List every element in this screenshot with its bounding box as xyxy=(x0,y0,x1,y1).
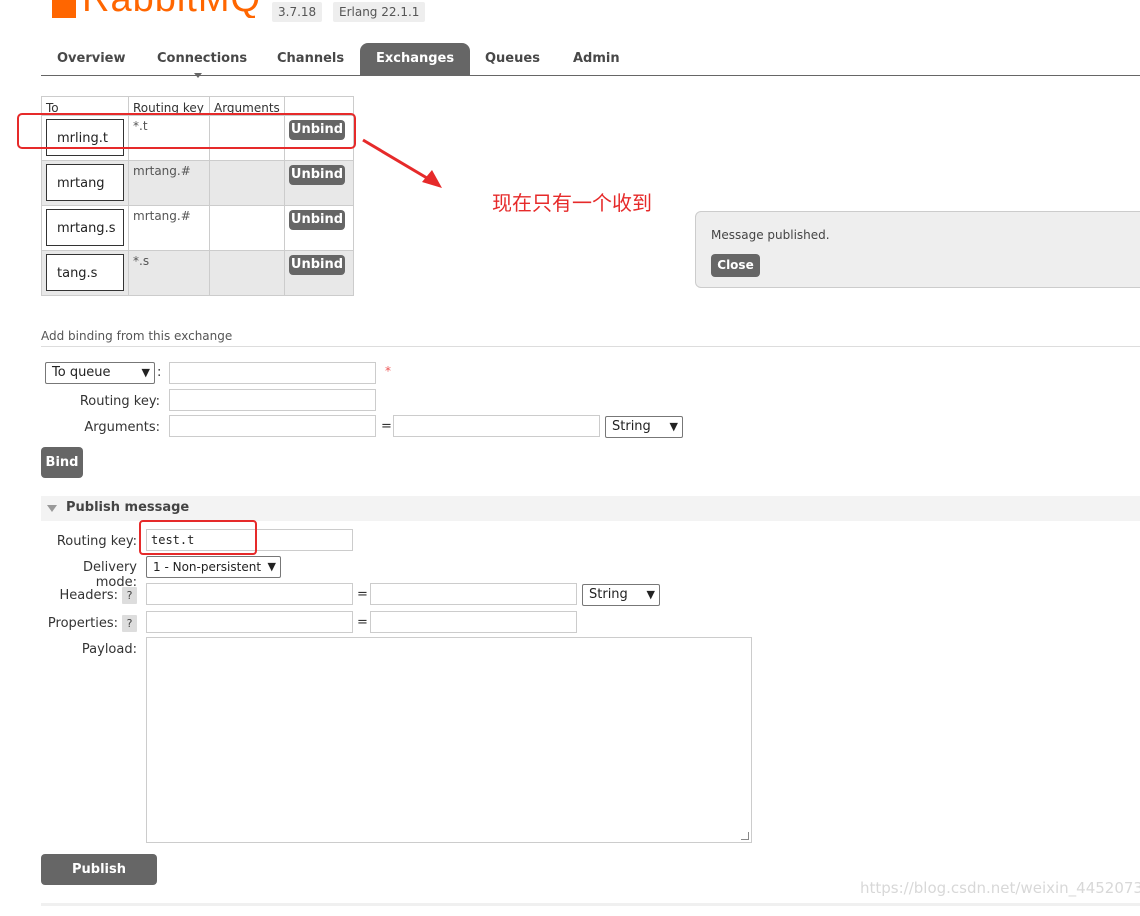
annotation-highlight-box xyxy=(139,520,257,555)
binding-arguments xyxy=(209,205,285,251)
destination-input[interactable] xyxy=(169,362,376,384)
annotation-note: 现在只有一个收到 xyxy=(492,191,652,215)
unbind-button[interactable]: Unbind xyxy=(289,165,345,185)
property-value-input[interactable] xyxy=(370,611,577,633)
binding-destination-link[interactable]: mrtang.s xyxy=(46,209,124,246)
chevron-down-icon: ▼ xyxy=(669,420,678,433)
header-type-select[interactable]: String ▼ xyxy=(582,584,660,606)
tab-channels[interactable]: Channels xyxy=(261,43,360,75)
destination-type-value: To queue xyxy=(52,365,111,380)
properties-help-icon[interactable]: ? xyxy=(122,615,137,632)
logo-text: RabbitMQ xyxy=(82,0,261,18)
binding-routing-key: mrtang.# xyxy=(128,205,210,251)
watermark: https://blog.csdn.net/weixin_44520739 xyxy=(860,879,1140,897)
binding-row: mrtang.s mrtang.# Unbind xyxy=(41,205,354,251)
payload-textarea[interactable] xyxy=(146,637,752,843)
tab-connections[interactable]: Connections xyxy=(141,43,263,75)
resize-handle-icon[interactable] xyxy=(741,832,749,840)
caret-down-icon xyxy=(47,505,57,512)
unbind-button[interactable]: Unbind xyxy=(289,210,345,230)
tab-overview[interactable]: Overview xyxy=(41,43,142,75)
notification-message: Message published. xyxy=(711,228,830,242)
publish-section-toggle[interactable]: Publish message xyxy=(41,496,1140,521)
binding-routing-key: *.s xyxy=(128,250,210,296)
delivery-mode-select[interactable]: 1 - Non-persistent ▼ xyxy=(146,556,281,578)
add-binding-title: Add binding from this exchange xyxy=(41,329,233,343)
header-value-input[interactable] xyxy=(370,583,577,605)
publish-section-title: Publish message xyxy=(66,500,190,515)
required-marker: * xyxy=(385,364,391,378)
binding-row: mrtang mrtang.# Unbind xyxy=(41,160,354,206)
binding-argument-key-input[interactable] xyxy=(169,415,376,437)
tab-queues[interactable]: Queues xyxy=(469,43,556,75)
destination-type-select[interactable]: To queue ▼ xyxy=(45,362,155,384)
headers-help-icon[interactable]: ? xyxy=(122,587,137,604)
binding-routing-key-input[interactable] xyxy=(169,389,376,411)
annotation-arrow-icon xyxy=(362,138,442,188)
rabbitmq-logo[interactable]: RabbitMQ xyxy=(52,0,262,18)
equals-sign: = xyxy=(381,419,392,434)
notification-panel: Message published. Close xyxy=(695,211,1140,288)
binding-row: tang.s *.s Unbind xyxy=(41,250,354,296)
binding-routing-key-label: Routing key: xyxy=(79,394,160,409)
unbind-button[interactable]: Unbind xyxy=(289,255,345,275)
logo-mark-icon xyxy=(52,0,76,18)
chevron-down-icon: ▼ xyxy=(141,366,150,379)
equals-sign: = xyxy=(357,587,368,602)
close-button[interactable]: Close xyxy=(711,254,760,277)
publish-routing-key-label: Routing key: xyxy=(56,534,137,549)
properties-label: Properties: xyxy=(47,616,118,631)
binding-arguments xyxy=(209,250,285,296)
delivery-mode-label: Delivery mode: xyxy=(83,560,137,590)
section-divider xyxy=(41,346,1140,347)
binding-arguments-label: Arguments: xyxy=(84,420,160,435)
binding-arguments xyxy=(209,160,285,206)
version-badge: 3.7.18 xyxy=(272,2,323,22)
binding-argument-type-value: String xyxy=(612,419,651,434)
binding-destination-link[interactable]: mrtang xyxy=(46,164,124,201)
main-tabs: Overview Connections Channels Exchanges … xyxy=(41,43,1140,76)
equals-sign: = xyxy=(357,615,368,630)
property-key-input[interactable] xyxy=(146,611,353,633)
payload-label: Payload: xyxy=(81,642,137,657)
chevron-down-icon: ▼ xyxy=(267,560,276,573)
annotation-highlight-box xyxy=(17,113,356,149)
tab-admin[interactable]: Admin xyxy=(557,43,636,75)
colon-separator: : xyxy=(157,365,162,380)
binding-destination-link[interactable]: tang.s xyxy=(46,254,124,291)
tab-exchanges[interactable]: Exchanges xyxy=(360,43,471,75)
bind-button[interactable]: Bind xyxy=(41,447,83,478)
binding-routing-key: mrtang.# xyxy=(128,160,210,206)
header-key-input[interactable] xyxy=(146,583,353,605)
delivery-mode-value: 1 - Non-persistent xyxy=(153,560,262,574)
header-type-value: String xyxy=(589,587,628,602)
erlang-badge: Erlang 22.1.1 xyxy=(333,2,426,22)
publish-message-button[interactable]: Publish message xyxy=(41,854,157,908)
section-divider xyxy=(41,903,1140,906)
headers-label: Headers: xyxy=(59,588,119,603)
caret-down-icon xyxy=(194,73,202,78)
binding-argument-type-select[interactable]: String ▼ xyxy=(605,416,683,438)
chevron-down-icon: ▼ xyxy=(646,588,655,601)
binding-argument-value-input[interactable] xyxy=(393,415,600,437)
